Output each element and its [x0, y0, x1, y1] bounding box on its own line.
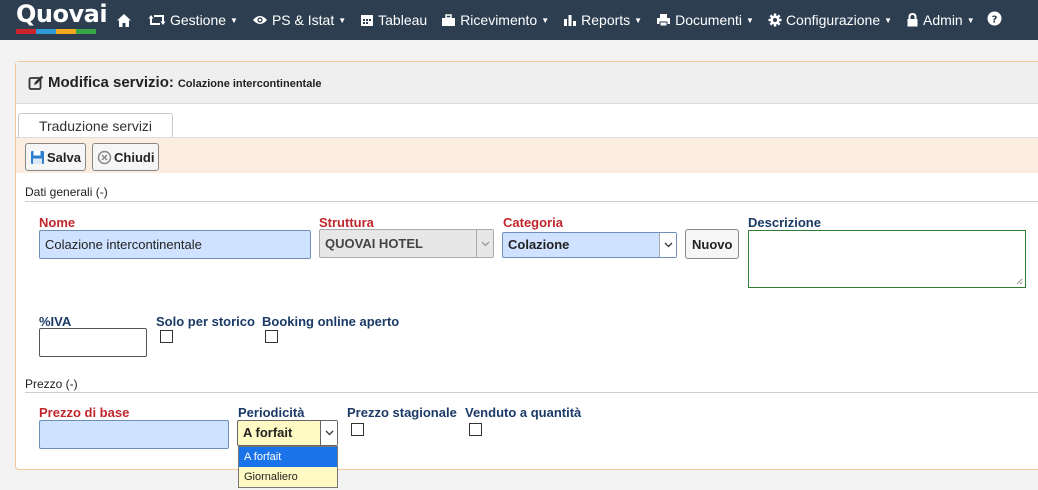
- nav-documenti-label: Documenti: [675, 12, 743, 28]
- categoria-label: Categoria: [503, 215, 563, 230]
- divider: [25, 392, 1038, 393]
- chevron-down-icon: [476, 230, 493, 257]
- chevron-down-icon: ▼: [634, 15, 643, 25]
- struttura-label: Struttura: [319, 215, 374, 230]
- home-icon: [117, 13, 131, 27]
- nav-ps-istat[interactable]: PS & Istat ▼: [252, 12, 346, 28]
- nome-input[interactable]: Colazione intercontinentale: [39, 230, 311, 259]
- chevron-down-icon: ▼: [541, 15, 550, 25]
- chevron-down-icon: [320, 421, 337, 445]
- iva-label: %IVA: [39, 314, 72, 329]
- booking-checkbox[interactable]: [265, 330, 278, 343]
- chevron-down-icon: ▼: [230, 15, 238, 25]
- section-price-toggle[interactable]: Prezzo (-): [25, 377, 78, 391]
- venduto-quantita-label: Venduto a quantità: [465, 405, 582, 420]
- nav-home[interactable]: [116, 13, 136, 28]
- close-circle-icon: [97, 150, 112, 164]
- divider: [25, 201, 1038, 202]
- struttura-select[interactable]: QUOVAI HOTEL: [319, 229, 494, 258]
- nav-reports-label: Reports: [581, 12, 631, 28]
- nome-label: Nome: [39, 215, 76, 230]
- eye-icon: [252, 16, 267, 24]
- solo-storico-label: Solo per storico: [156, 314, 255, 329]
- prezzo-base-input[interactable]: [39, 420, 229, 449]
- panel-header: Modifica servizio: Colazione intercontin…: [16, 62, 1038, 104]
- page-title: Modifica servizio:: [48, 74, 174, 91]
- nav-help[interactable]: ?: [987, 11, 1006, 26]
- periodicita-option-a-forfait[interactable]: A forfait: [239, 447, 337, 467]
- periodicita-dropdown-list: A forfait Giornaliero: [238, 446, 338, 488]
- booking-label: Booking online aperto: [262, 314, 400, 329]
- resize-handle-icon[interactable]: [1016, 278, 1023, 285]
- print-icon: [657, 14, 671, 27]
- logo-text: Quovai: [16, 0, 108, 28]
- periodicita-label: Periodicità: [238, 405, 305, 420]
- chevron-down-icon: ▼: [746, 15, 754, 25]
- venduto-quantita-checkbox[interactable]: [469, 423, 482, 436]
- gear-icon: [768, 13, 782, 27]
- briefcase-icon: [442, 13, 456, 26]
- prezzo-stagionale-label: Prezzo stagionale: [347, 405, 457, 420]
- struttura-value: QUOVAI HOTEL: [325, 236, 423, 251]
- nav-ricevimento[interactable]: Ricevimento ▼: [441, 12, 549, 28]
- quovai-logo[interactable]: Quovai: [12, 0, 112, 40]
- nav-documenti[interactable]: Documenti ▼: [656, 12, 754, 28]
- iva-input[interactable]: [39, 328, 147, 357]
- retweet-icon: [148, 15, 166, 25]
- periodicita-option-giornaliero[interactable]: Giornaliero: [239, 467, 337, 487]
- nav-tableau[interactable]: Tableau: [360, 12, 427, 28]
- bar-chart-icon: [564, 15, 577, 26]
- periodicita-value: A forfait: [243, 425, 293, 440]
- chevron-down-icon: ▼: [884, 15, 893, 25]
- save-button-label: Salva: [47, 149, 81, 165]
- close-button-label: Chiudi: [114, 149, 155, 165]
- logo-color-bars: [16, 29, 96, 34]
- svg-text:?: ?: [992, 14, 998, 25]
- solo-storico-checkbox[interactable]: [160, 330, 173, 343]
- calendar-icon: [361, 15, 374, 26]
- prezzo-base-label: Prezzo di base: [39, 405, 130, 420]
- section-general-toggle[interactable]: Dati generali (-): [25, 185, 108, 199]
- save-button[interactable]: Salva: [25, 143, 86, 171]
- form-toolbar: Salva Chiudi: [16, 137, 1038, 173]
- categoria-select[interactable]: Colazione: [502, 232, 677, 258]
- tab-traduzione-servizi[interactable]: Traduzione servizi: [18, 113, 173, 138]
- nav-ricevimento-label: Ricevimento: [460, 12, 538, 28]
- chevron-down-icon: ▼: [338, 15, 347, 25]
- nav-ps-istat-label: PS & Istat: [271, 12, 335, 28]
- chevron-down-icon: ▼: [966, 15, 975, 25]
- close-button[interactable]: Chiudi: [92, 143, 160, 171]
- floppy-disk-icon: [31, 150, 44, 164]
- nav-configurazione[interactable]: Configurazione ▼: [768, 12, 892, 28]
- lock-icon: [907, 13, 918, 27]
- nome-value: Colazione intercontinentale: [45, 237, 202, 252]
- descrizione-textarea[interactable]: [748, 230, 1026, 288]
- nav-admin-label: Admin: [923, 12, 963, 28]
- categoria-value: Colazione: [508, 237, 570, 252]
- nav-tableau-label: Tableau: [378, 12, 428, 28]
- nav-admin[interactable]: Admin ▼: [906, 12, 975, 28]
- nav-configurazione-label: Configurazione: [785, 12, 881, 28]
- periodicita-select[interactable]: A forfait: [237, 420, 338, 446]
- nav-gestione[interactable]: Gestione ▼: [148, 12, 238, 28]
- help-icon: ?: [987, 11, 1002, 26]
- nav-gestione-label: Gestione: [170, 12, 227, 28]
- page-subtitle: Colazione intercontinentale: [177, 78, 322, 90]
- top-navbar: Quovai Gestione ▼ PS & Istat ▼ Tableau Ric…: [0, 0, 1038, 40]
- chevron-down-icon: [659, 233, 676, 257]
- edit-icon: [28, 75, 44, 90]
- descrizione-label: Descrizione: [748, 215, 821, 230]
- nuovo-categoria-button[interactable]: Nuovo: [685, 229, 740, 259]
- nav-reports[interactable]: Reports ▼: [563, 12, 642, 28]
- prezzo-stagionale-checkbox[interactable]: [351, 423, 364, 436]
- service-edit-panel: Modifica servizio: Colazione intercontin…: [15, 61, 1038, 488]
